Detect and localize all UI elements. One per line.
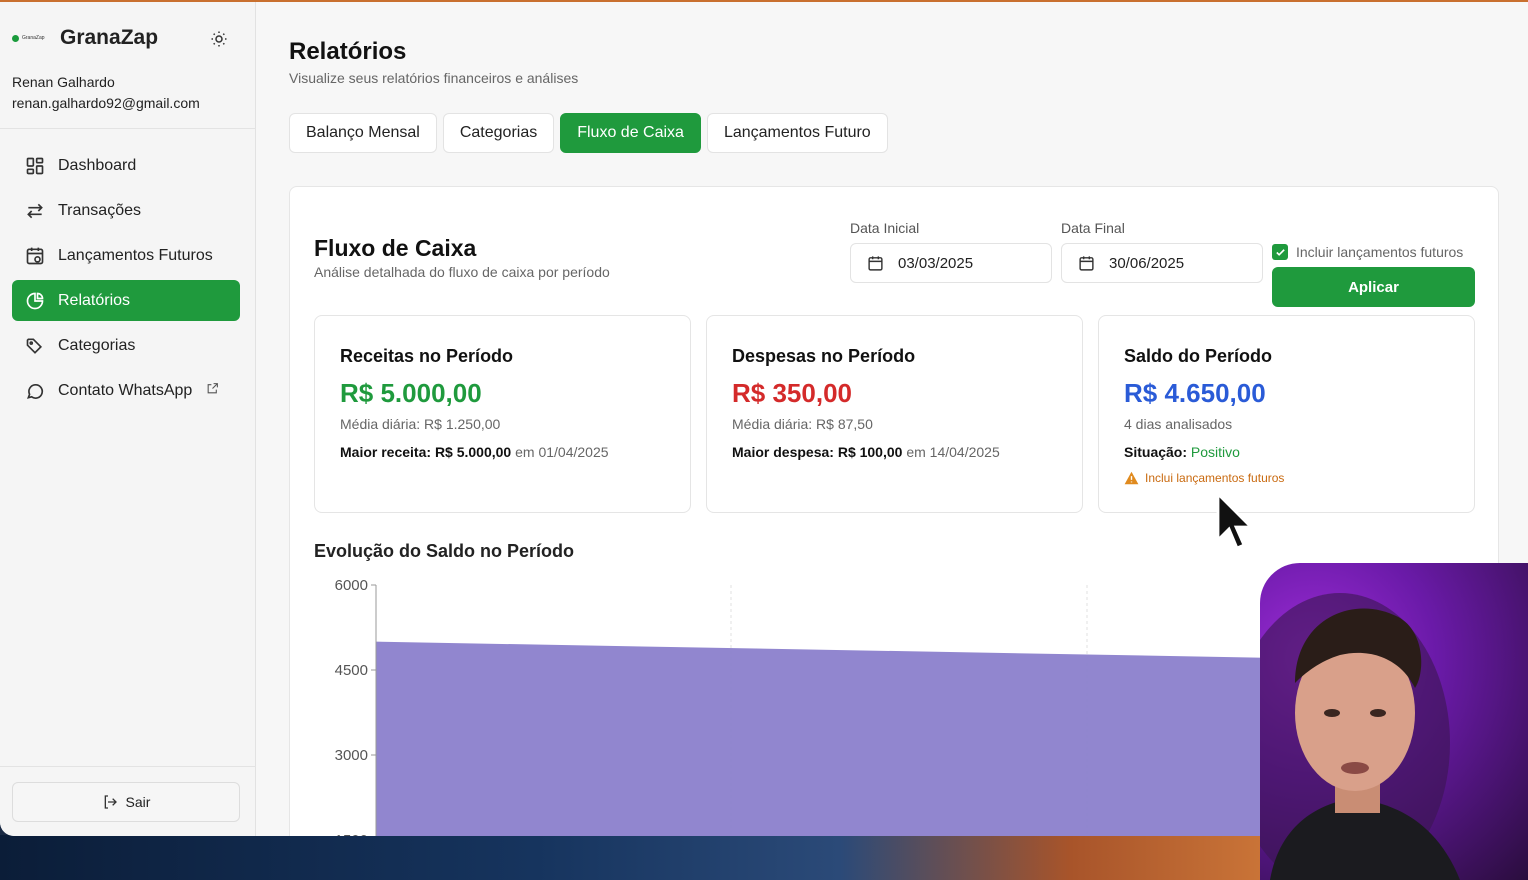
tab-cash-flow[interactable]: Fluxo de Caixa xyxy=(560,113,701,153)
expense-avg: Média diária: R$ 87,50 xyxy=(732,416,873,432)
brand-logo-icon: GranaZap xyxy=(12,31,50,45)
divider xyxy=(0,766,256,767)
arrows-icon xyxy=(24,200,46,222)
sidebar-item-categories[interactable]: Categorias xyxy=(12,325,240,366)
divider xyxy=(0,128,256,129)
sidebar-item-dashboard[interactable]: Dashboard xyxy=(12,145,240,186)
webcam-overlay xyxy=(1260,563,1528,880)
sidebar-nav: Dashboard Transações Lançamentos Futuros… xyxy=(12,145,240,415)
tab-future-entries[interactable]: Lançamentos Futuro xyxy=(706,113,888,153)
balance-days: 4 dias analisados xyxy=(1124,416,1233,432)
balance-card: Saldo do Período R$ 4.650,00 4 dias anal… xyxy=(1098,315,1475,513)
income-value: R$ 5.000,00 xyxy=(340,378,482,408)
check-icon xyxy=(1272,244,1288,260)
sidebar-item-reports[interactable]: Relatórios xyxy=(12,280,240,321)
future-warning-text: Inclui lançamentos futuros xyxy=(1145,471,1285,485)
income-max-label: Maior receita: xyxy=(340,444,432,460)
start-date-value: 03/03/2025 xyxy=(898,254,974,272)
tab-monthly-balance[interactable]: Balanço Mensal xyxy=(289,113,437,153)
balance-status-label: Situação: xyxy=(1124,444,1188,460)
y-tick-label-2: 3000 xyxy=(335,747,368,764)
balance-value: R$ 4.650,00 xyxy=(1124,378,1266,408)
y-tick-label-3: 1500 xyxy=(335,832,368,836)
balance-status-value: Positivo xyxy=(1190,444,1240,460)
page-subtitle: Visualize seus relatórios financeiros e … xyxy=(289,70,579,86)
chat-icon xyxy=(24,380,46,402)
expense-max-value: R$ 100,00 xyxy=(837,444,903,460)
income-max-value: R$ 5.000,00 xyxy=(434,444,512,460)
calendar-clock-icon xyxy=(24,245,46,267)
pie-chart-icon xyxy=(24,290,46,312)
brand-logo-text: GranaZap xyxy=(22,35,45,41)
sidebar-item-future[interactable]: Lançamentos Futuros xyxy=(12,235,240,276)
grid-icon xyxy=(24,155,46,177)
expense-value: R$ 350,00 xyxy=(732,378,852,408)
end-date-label: Data Final xyxy=(1061,220,1125,236)
calendar-icon xyxy=(867,255,884,272)
balance-title: Saldo do Período xyxy=(1124,346,1273,366)
sidebar-item-whatsapp[interactable]: Contato WhatsApp xyxy=(12,370,240,411)
income-max: Maior receita: R$ 5.000,00 em 01/04/2025 xyxy=(340,444,609,460)
expense-max-label: Maior despesa: xyxy=(732,444,834,460)
sidebar-item-transactions[interactable]: Transações xyxy=(12,190,240,231)
user-email: renan.galhardo92@gmail.com xyxy=(12,95,200,111)
sun-icon xyxy=(211,31,227,47)
sidebar-item-label: Lançamentos Futuros xyxy=(58,246,213,264)
expense-title: Despesas no Período xyxy=(732,346,916,366)
income-avg: Média diária: R$ 1.250,00 xyxy=(340,416,501,432)
sidebar-item-label: Categorias xyxy=(58,336,136,354)
presenter-video xyxy=(1260,593,1460,880)
brand[interactable]: GranaZap GranaZap xyxy=(12,26,158,50)
start-date-label: Data Inicial xyxy=(850,220,920,236)
sidebar-item-label: Dashboard xyxy=(58,156,137,174)
brand-name: GranaZap xyxy=(60,26,159,49)
user-name: Renan Galhardo xyxy=(12,74,115,90)
income-max-date: em 01/04/2025 xyxy=(515,444,609,460)
logout-button[interactable]: Sair xyxy=(12,782,240,822)
tags-icon xyxy=(24,335,46,357)
calendar-icon xyxy=(1078,255,1095,272)
report-title: Fluxo de Caixa xyxy=(314,235,477,261)
logout-label: Sair xyxy=(125,794,151,810)
warning-icon xyxy=(1124,471,1139,485)
chart-title: Evolução do Saldo no Período xyxy=(314,541,575,561)
external-link-icon xyxy=(206,382,219,400)
future-warning: Inclui lançamentos futuros xyxy=(1124,471,1284,485)
sidebar-item-label: Relatórios xyxy=(58,291,131,309)
income-card: Receitas no Período R$ 5.000,00 Média di… xyxy=(314,315,691,513)
report-tabs: Balanço Mensal Categorias Fluxo de Caixa… xyxy=(289,113,888,153)
end-date-field[interactable]: 30/06/2025 xyxy=(1061,243,1263,283)
user-info: Renan Galhardo renan.galhardo92@gmail.co… xyxy=(12,72,200,114)
tab-categories[interactable]: Categorias xyxy=(442,113,555,153)
include-future-checkbox[interactable]: Incluir lançamentos futuros xyxy=(1272,244,1463,260)
expense-card: Despesas no Período R$ 350,00 Média diár… xyxy=(706,315,1083,513)
report-subtitle: Análise detalhada do fluxo de caixa por … xyxy=(314,264,610,280)
sidebar-item-label: Contato WhatsApp xyxy=(58,381,193,399)
sidebar-item-label: Transações xyxy=(58,201,141,219)
income-title: Receitas no Período xyxy=(340,346,514,366)
mouse-cursor-icon xyxy=(1216,492,1255,550)
theme-toggle-button[interactable] xyxy=(208,28,230,50)
apply-button[interactable]: Aplicar xyxy=(1272,267,1475,307)
page-title: Relatórios xyxy=(289,38,407,65)
y-tick-label-1: 4500 xyxy=(335,662,368,679)
sidebar: GranaZap GranaZap Renan Galhardo renan.g… xyxy=(0,2,256,836)
balance-status: Situação: Positivo xyxy=(1124,444,1240,460)
start-date-field[interactable]: 03/03/2025 xyxy=(850,243,1052,283)
expense-max: Maior despesa: R$ 100,00 em 14/04/2025 xyxy=(732,444,1000,460)
y-tick-label-0: 6000 xyxy=(335,577,368,594)
logout-icon xyxy=(102,794,118,810)
expense-max-date: em 14/04/2025 xyxy=(906,444,1000,460)
end-date-value: 30/06/2025 xyxy=(1109,254,1185,272)
include-future-label: Incluir lançamentos futuros xyxy=(1296,244,1464,260)
